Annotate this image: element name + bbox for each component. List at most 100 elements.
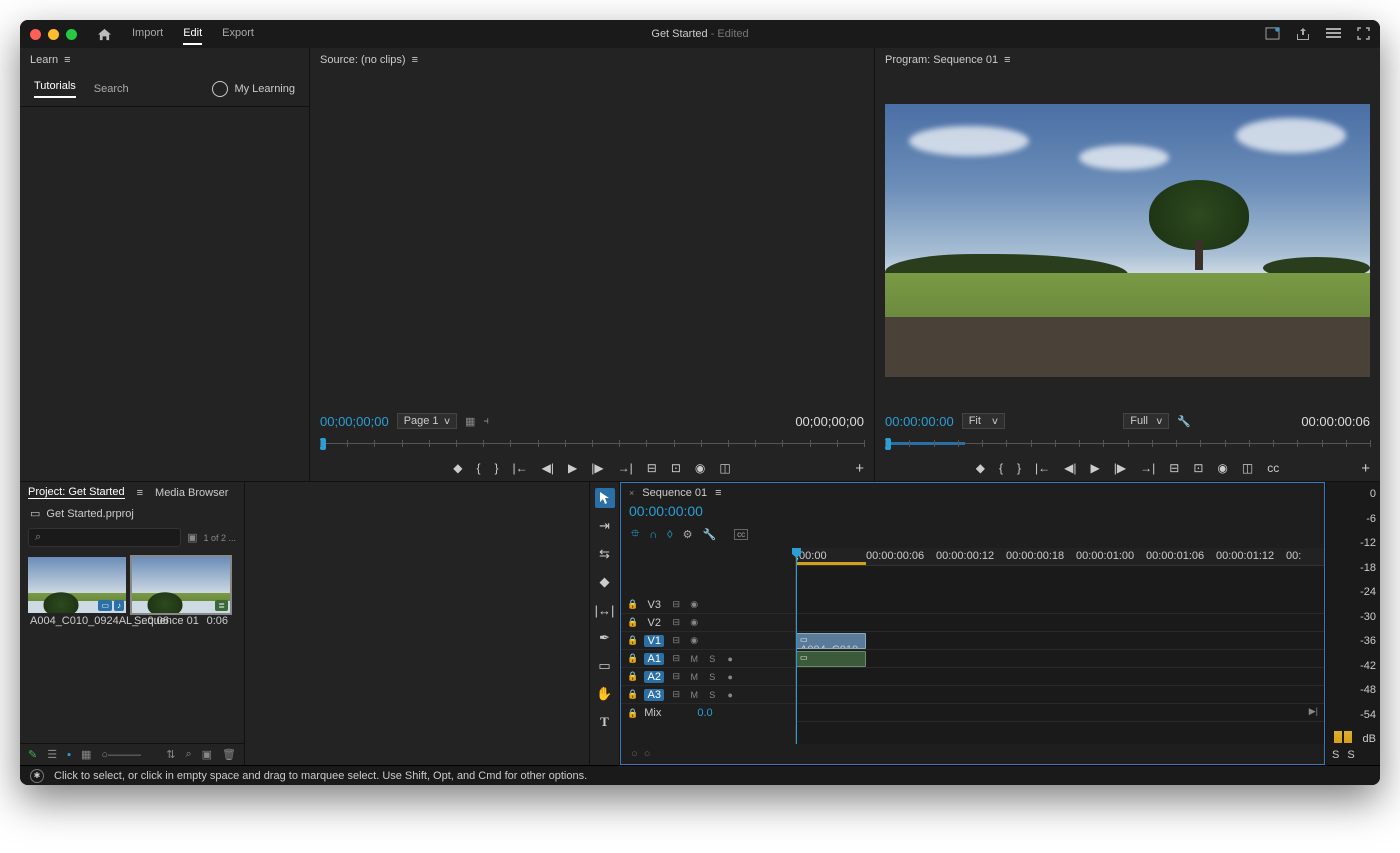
playhead[interactable] [796,548,797,744]
workspaces-icon[interactable] [1326,27,1341,41]
step-back-icon[interactable]: ◀| [1064,461,1076,475]
wrench-icon[interactable]: 🔧 [702,528,716,541]
tab-media-browser[interactable]: Media Browser [155,487,228,499]
lock-icon[interactable]: 🔒 [627,671,638,682]
track-a1[interactable]: ▭ [796,650,1324,668]
solo-icon[interactable]: S [706,690,718,700]
program-scrubber[interactable] [885,435,1370,453]
source-page-select[interactable]: Page 1 ⅴ [397,413,457,429]
step-back-icon[interactable]: ◀| [542,461,554,475]
mix-value[interactable]: 0.0 [697,707,712,719]
track-header-v2[interactable]: 🔒V2⊟◉ [621,614,795,632]
sync-lock-icon[interactable]: ⊟ [670,617,682,628]
marker-icon[interactable]: ◆ [453,461,462,475]
program-panel-tab[interactable]: Program: Sequence 01 ≡ [875,48,1380,72]
go-to-end-icon[interactable]: ▶| [1309,706,1318,717]
learn-panel-tab[interactable]: Learn ≡ [20,48,309,72]
program-zoom-select[interactable]: Fit ⅴ [962,413,1005,429]
lock-icon[interactable]: 🔒 [627,689,638,700]
mute-icon[interactable]: M [688,672,700,682]
lift-icon[interactable]: ⊟ [1169,461,1179,475]
program-in-timecode[interactable]: 00:00:00:00 [885,414,954,429]
panel-menu-icon[interactable]: ≡ [64,54,74,66]
in-point-icon[interactable]: { [477,461,481,475]
snap-icon[interactable]: ⯐ [631,525,639,544]
in-point-icon[interactable]: { [999,461,1003,475]
tab-tutorials[interactable]: Tutorials [34,80,76,98]
go-to-out-icon[interactable]: →| [1140,461,1155,475]
lock-icon[interactable]: 🔒 [627,617,638,628]
bin-item[interactable]: ▭♪ A004_C010_0924AL_...0:06 [28,557,126,627]
audio-clip[interactable]: ▭ [796,651,866,667]
out-point-icon[interactable]: } [495,461,499,475]
slip-tool[interactable]: |↔| [595,600,615,620]
ripple-edit-tool[interactable]: ⇆ [595,544,615,564]
export-frame-icon[interactable]: ◉ [1217,461,1227,475]
my-learning-link[interactable]: My Learning [234,83,295,95]
sync-lock-icon[interactable]: ⊟ [670,671,682,682]
solo-left[interactable]: S [1332,749,1339,761]
track-a3[interactable] [796,686,1324,704]
tab-edit[interactable]: Edit [183,23,202,45]
mute-icon[interactable]: M [688,690,700,700]
track-header-a1[interactable]: 🔒A1⊟MS● [621,650,795,668]
source-scrubber[interactable] [320,435,864,453]
settings-icon[interactable]: ⚙ [683,528,693,541]
lock-icon[interactable]: 🔒 [627,708,638,719]
storyboard-icon[interactable]: ▦ [465,415,475,428]
list-view-icon[interactable]: ☰ [47,748,57,761]
home-icon[interactable] [97,28,112,41]
export-frame-icon[interactable]: ◉ [695,461,705,475]
panel-menu-icon[interactable]: ≡ [412,54,422,66]
panel-menu-icon[interactable]: ≡ [715,487,725,499]
quick-export-icon[interactable] [1265,27,1280,41]
hand-tool[interactable]: ✋ [595,684,615,704]
eye-icon[interactable]: ◉ [688,599,700,610]
mute-icon[interactable]: M [688,654,700,664]
go-to-out-icon[interactable]: →| [618,461,633,475]
bin-item[interactable]: ≣ Sequence 010:06 [132,557,230,627]
track-select-tool[interactable]: ⇥ [595,516,615,536]
track-a2[interactable] [796,668,1324,686]
pen-tool[interactable]: ✒ [595,628,615,648]
selection-tool[interactable] [595,488,615,508]
caption-icon[interactable]: cc [1267,461,1279,475]
comparison-icon[interactable]: ◫ [1242,461,1253,475]
tab-import[interactable]: Import [132,23,163,45]
mic-icon[interactable]: ● [724,690,736,700]
solo-right[interactable]: S [1347,749,1354,761]
tab-search[interactable]: Search [94,83,129,95]
track-header-a2[interactable]: 🔒A2⊟MS● [621,668,795,686]
lock-icon[interactable]: 🔒 [627,599,638,610]
type-tool[interactable]: T [595,712,615,732]
linked-selection-icon[interactable]: ∩ [649,529,657,541]
extract-icon[interactable]: ⊡ [1193,461,1203,475]
timeline-ruler[interactable]: ;00:00 00:00:00:06 00:00:00:12 00:00:00:… [796,548,1324,566]
marker-add-icon[interactable]: ◊ [667,529,672,541]
mix-track-header[interactable]: 🔒Mix0.0 [621,704,795,722]
sequence-tab[interactable]: Sequence 01 [642,487,707,499]
comparison-icon[interactable]: ◫ [719,461,730,475]
wrench-icon[interactable]: 🔧 [1177,415,1191,428]
play-icon[interactable]: ▶ [1091,461,1100,475]
source-viewer[interactable] [310,72,874,409]
track-mix[interactable]: ▶| [796,704,1324,722]
maximize-window-button[interactable] [66,29,77,40]
panel-menu-icon[interactable]: ≡ [1004,54,1014,66]
insert-icon[interactable]: ⊟ [647,461,657,475]
sort-icon[interactable]: ⇅ [166,748,175,761]
lock-icon[interactable]: 🔒 [627,653,638,664]
tab-project[interactable]: Project: Get Started [28,486,125,499]
new-item-icon[interactable]: ▣ [202,748,212,761]
minimize-window-button[interactable] [48,29,59,40]
marker-icon[interactable]: ◆ [976,461,985,475]
out-point-icon[interactable]: } [1017,461,1021,475]
track-v2[interactable] [796,614,1324,632]
source-panel-tab[interactable]: Source: (no clips) ≡ [310,48,874,72]
caption-track-icon[interactable]: cc [734,529,748,540]
video-clip[interactable]: ▭ A004_C010_ [796,633,866,649]
cc-icon[interactable]: ✱ [30,769,44,783]
lock-icon[interactable]: 🔒 [627,635,638,646]
mic-icon[interactable]: ● [724,672,736,682]
timeline-tracks[interactable]: ;00:00 00:00:00:06 00:00:00:12 00:00:00:… [796,548,1324,744]
